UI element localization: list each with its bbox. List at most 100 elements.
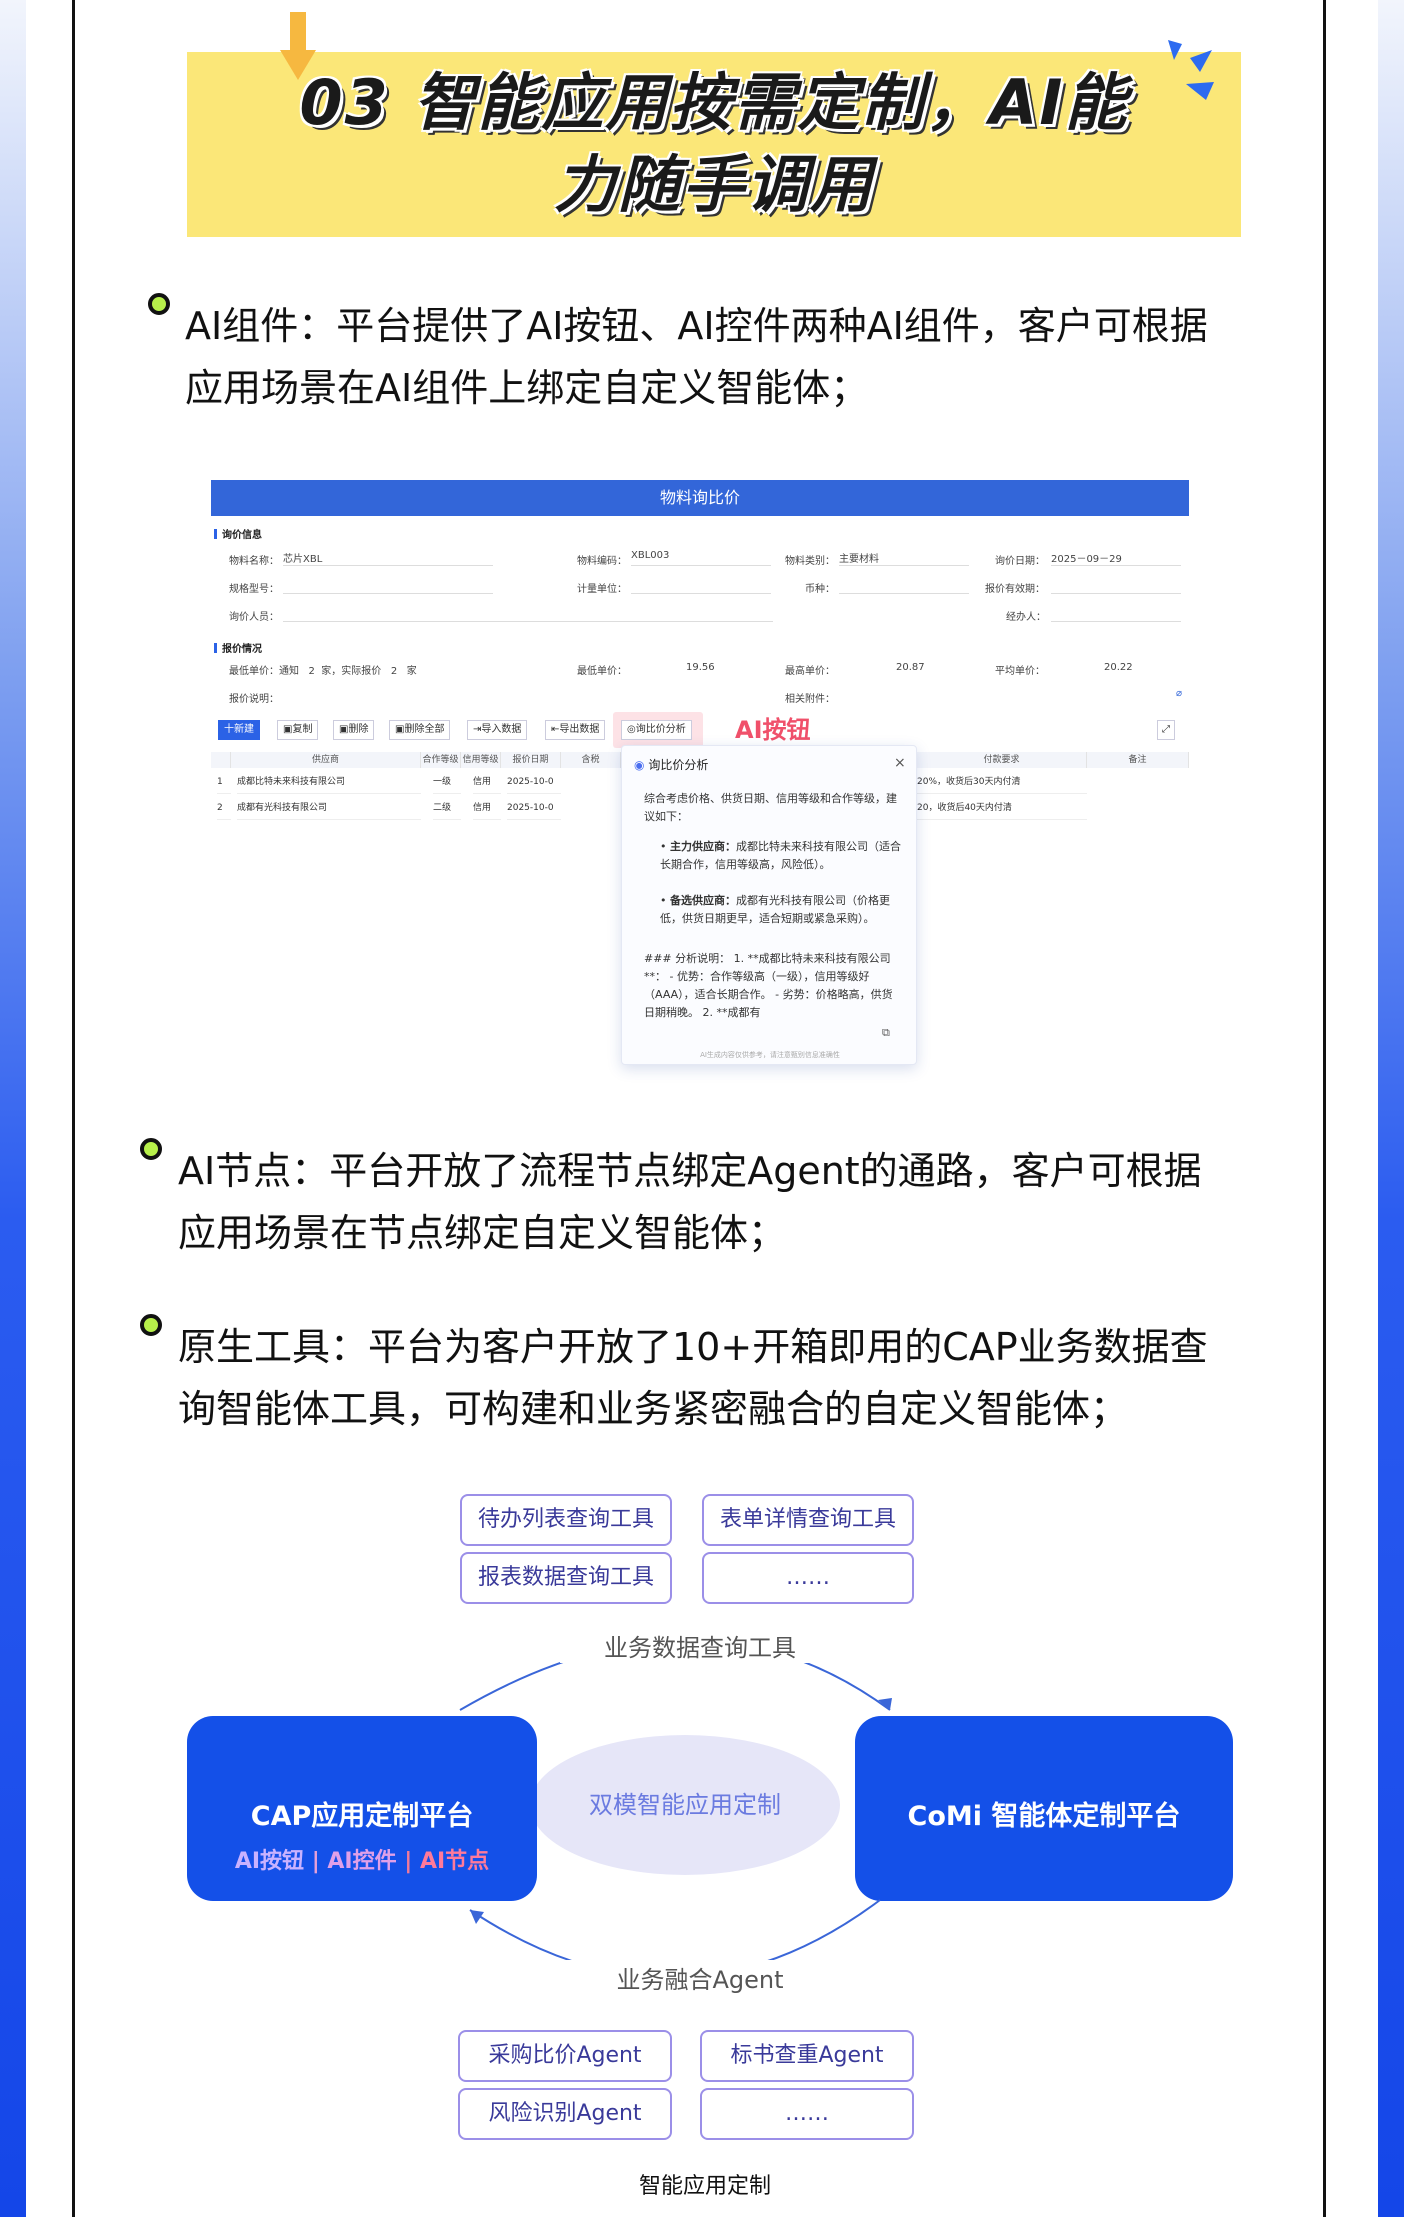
valid-date-input[interactable] xyxy=(1051,578,1181,594)
right-gradient-border xyxy=(1378,0,1404,2217)
import-button[interactable]: ⇥导入数据 xyxy=(467,720,528,740)
cap-platform-title: CAP应用定制平台 xyxy=(250,1801,474,1832)
material-name-input[interactable]: 芯片XBL xyxy=(283,550,493,566)
field-label: 物料类别： xyxy=(785,556,835,567)
expand-icon[interactable]: ⤢ xyxy=(1157,720,1175,740)
bullet-text-ai-node: AI节点：平台开放了流程节点绑定Agent的通路，客户可根据 应用场景在节点绑定… xyxy=(178,1149,1202,1255)
table-row-supplier[interactable]: 成都比特未来科技有限公司 xyxy=(237,770,421,794)
table-header-cell: 含税 xyxy=(561,752,621,768)
delete-all-button[interactable]: ▣删除全部 xyxy=(389,720,451,740)
field-label: 报价有效期： xyxy=(985,584,1045,595)
field-label: 经办人： xyxy=(1006,612,1046,623)
comi-platform-box: CoMi 智能体定制平台 xyxy=(855,1716,1233,1901)
window-title: 物料询比价 xyxy=(211,480,1189,516)
agent-pill: 采购比价Agent xyxy=(458,2030,672,2082)
popup-main-supplier: • 主力供应商：成都比特未来科技有限公司（适合长期合作，信用等级高，风险低）。 xyxy=(660,840,901,871)
cap-platform-box: CAP应用定制平台 AI按钮 | AI控件 | AI节点 xyxy=(187,1716,537,1901)
comi-platform-title: CoMi 智能体定制平台 xyxy=(907,1801,1181,1832)
field-label: 平均单价： xyxy=(995,666,1045,677)
cap-platform-subtitle: AI按钮 | AI控件 | AI节点 xyxy=(234,1849,490,1874)
table-row-date[interactable]: 2025-10-0 xyxy=(507,796,561,820)
field-label: 计量单位： xyxy=(577,584,627,595)
table-header-cell xyxy=(211,752,231,768)
ai-compare-button[interactable]: ◎询比价分析 xyxy=(621,720,692,740)
popup-title: ◉ 询比价分析 xyxy=(634,758,709,772)
currency-select[interactable] xyxy=(839,578,969,594)
field-label: 最低单价： xyxy=(577,666,627,677)
unit-input[interactable] xyxy=(631,578,771,594)
field-label: 报价说明： xyxy=(229,694,279,705)
table-row-level[interactable]: 二级 xyxy=(433,796,461,820)
table-row-level[interactable]: 一级 xyxy=(433,770,461,794)
ai-sparkle-icon: ◉ xyxy=(634,758,645,772)
material-category-select[interactable]: 主要材料 xyxy=(839,550,969,566)
material-code-input[interactable]: XBL003 xyxy=(631,550,771,566)
field-label: 物料编码： xyxy=(577,556,627,567)
agent-pill: …… xyxy=(700,2088,914,2140)
table-row-pay[interactable]: 20，收货后40天内付清 xyxy=(917,796,1087,820)
field-label: 物料名称： xyxy=(229,556,279,567)
bullet-icon xyxy=(148,293,170,315)
table-row-credit[interactable]: 信用 xyxy=(473,796,501,820)
app-screenshot: 物料询比价 询价信息 物料名称： 芯片XBL 物料编码： XBL003 物料类别… xyxy=(211,480,1189,1070)
tool-pill: …… xyxy=(702,1552,914,1604)
handler-input[interactable] xyxy=(1051,606,1181,622)
ai-button-label: AI按钮 xyxy=(735,716,811,744)
field-label: 币种： xyxy=(805,584,835,595)
table-header-cell: 供应商 xyxy=(231,752,421,768)
spec-input[interactable] xyxy=(283,578,493,594)
ai-analysis-popup: ◉ 询比价分析 × 综合考虑价格、供货日期、信用等级和合作等级，建议如下： • … xyxy=(621,745,917,1065)
copy-icon[interactable]: ⧉ xyxy=(882,1024,890,1042)
table-header-cell: 报价日期 xyxy=(501,752,561,768)
agent-pill: 标书查重Agent xyxy=(700,2030,914,2082)
bullet-text-ai-component: AI组件：平台提供了AI按钮、AI控件两种AI组件，客户可根据 应用场景在AI组… xyxy=(185,304,1208,410)
popup-analysis: ### 分析说明： 1. **成都比特未来科技有限公司**： - 优势：合作等级… xyxy=(644,952,893,1019)
popup-footer: AI生成内容仅供参考，请注意甄别信息准确性 xyxy=(700,1051,840,1059)
field-label: 相关附件： xyxy=(785,694,835,705)
tool-pill: 待办列表查询工具 xyxy=(460,1494,672,1546)
inquiry-date-input[interactable]: 2025－09－29 xyxy=(1051,550,1181,566)
bottom-arc-label: 业务融合Agent xyxy=(560,1960,840,1995)
tool-pill: 表单详情查询工具 xyxy=(702,1494,914,1546)
center-label: 双模智能应用定制 xyxy=(589,1791,781,1819)
section-inquiry-title: 询价信息 xyxy=(214,526,262,541)
top-arc-label: 业务数据查询工具 xyxy=(560,1628,840,1663)
field-label: 询价人员： xyxy=(229,612,279,623)
avg-price-value: 20.22 xyxy=(1104,662,1133,673)
bullet-text-native-tools: 原生工具：平台为客户开放了10+开箱即用的CAP业务数据查 询智能体工具，可构建… xyxy=(178,1325,1208,1431)
right-black-line xyxy=(1323,0,1326,2217)
popup-intro: 综合考虑价格、供货日期、信用等级和合作等级，建议如下： xyxy=(644,792,897,823)
close-icon[interactable]: × xyxy=(894,754,906,772)
table-header-cell: 信用等级 xyxy=(461,752,501,768)
left-gradient-border xyxy=(0,0,26,2217)
tool-pill: 报表数据查询工具 xyxy=(460,1552,672,1604)
field-label: 规格型号： xyxy=(229,584,279,595)
page-title: 03 智能应用按需定制，AI能 力随手调用 xyxy=(299,66,1129,221)
export-button[interactable]: ⇤导出数据 xyxy=(545,720,606,740)
table-row-pay[interactable]: 20%，收货后30天内付清 xyxy=(917,770,1087,794)
field-label: 询价日期： xyxy=(995,556,1045,567)
table-row-supplier[interactable]: 成都有光科技有限公司 xyxy=(237,796,421,820)
diagram-caption: 智能应用定制 xyxy=(638,2174,771,2199)
table-row-no: 2 xyxy=(217,796,231,820)
quote-summary: 最低单价：通知 2 家，实际报价 2 家 xyxy=(229,666,417,677)
left-black-line xyxy=(72,0,75,2217)
table-row-no: 1 xyxy=(217,770,231,794)
bullet-icon xyxy=(140,1314,162,1336)
popup-backup-supplier: • 备选供应商：成都有光科技有限公司（价格更低，供货日期更早，适合短期或紧急采购… xyxy=(660,894,890,925)
section-quote-title: 报价情况 xyxy=(214,640,262,655)
field-label: 最高单价： xyxy=(785,666,835,677)
table-header-cell: 付款要求 xyxy=(917,752,1087,768)
attach-icon[interactable]: ⌀ xyxy=(1176,688,1182,699)
delete-button[interactable]: ▣删除 xyxy=(333,720,375,740)
table-header-cell: 合作等级 xyxy=(421,752,461,768)
max-price-value: 20.87 xyxy=(896,662,925,673)
copy-button[interactable]: ▣复制 xyxy=(277,720,319,740)
table-row-date[interactable]: 2025-10-0 xyxy=(507,770,561,794)
inquirer-input[interactable] xyxy=(283,606,773,622)
table-row-credit[interactable]: 信用 xyxy=(473,770,501,794)
agent-pill: 风险识别Agent xyxy=(458,2088,672,2140)
table-header-cell: 备注 xyxy=(1087,752,1189,768)
new-button[interactable]: 十新建 xyxy=(218,720,260,740)
min-price-value: 19.56 xyxy=(686,662,715,673)
